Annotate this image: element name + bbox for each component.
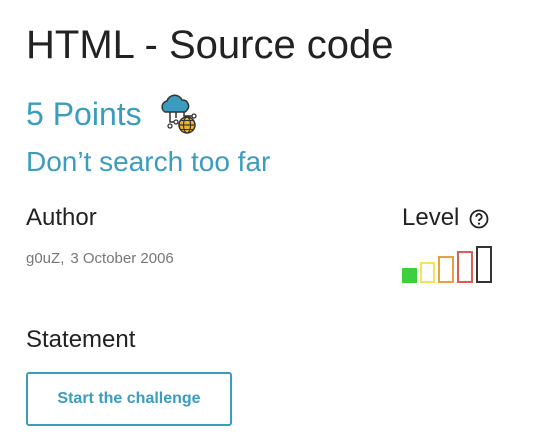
challenge-subtitle: Don’t search too far bbox=[26, 146, 271, 177]
cloud-network-globe-icon bbox=[156, 92, 202, 136]
start-challenge-button[interactable]: Start the challenge bbox=[26, 372, 232, 426]
level-bar-3 bbox=[438, 256, 454, 283]
page-title: HTML - Source code bbox=[26, 23, 394, 67]
level-bar-4 bbox=[457, 251, 473, 283]
question-circle-icon[interactable] bbox=[469, 208, 489, 229]
level-bar-5 bbox=[476, 246, 492, 283]
author-label: Author bbox=[26, 204, 97, 231]
author-info: g0uZ, 3 October 2006 bbox=[26, 250, 174, 267]
level-bar-2 bbox=[420, 262, 435, 283]
author-name[interactable]: g0uZ bbox=[26, 250, 60, 267]
author-date: 3 October 2006 bbox=[70, 250, 174, 267]
level-bar-1 bbox=[402, 268, 417, 283]
points-value: 5 Points bbox=[26, 95, 142, 132]
points-row: 5 Points bbox=[26, 92, 202, 136]
level-heading: Level bbox=[402, 204, 489, 232]
difficulty-level-indicator bbox=[402, 246, 502, 284]
level-label: Level bbox=[402, 204, 460, 231]
statement-label: Statement bbox=[26, 326, 136, 353]
challenge-page: HTML - Source code 5 Points Don’t search… bbox=[0, 0, 547, 432]
